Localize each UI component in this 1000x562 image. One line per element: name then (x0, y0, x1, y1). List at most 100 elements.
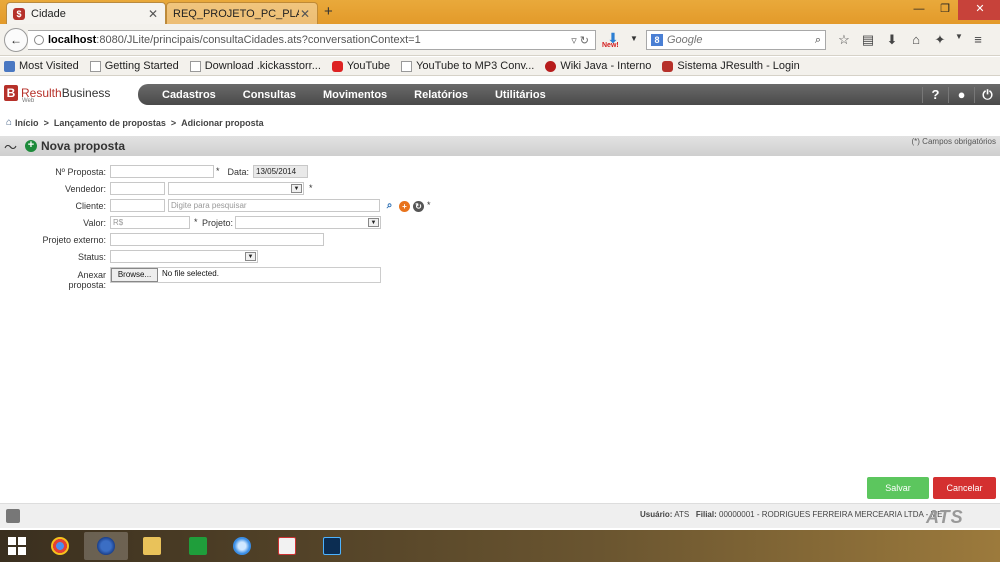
bookmark-youtube[interactable]: YouTube (331, 60, 390, 72)
url-path: :8080/JLite/principais/consultaCidades.a… (96, 34, 421, 46)
download-new-button[interactable]: ⬇ New! (602, 30, 624, 52)
required-mark: * (194, 217, 198, 227)
save-button[interactable]: Salvar (867, 477, 929, 499)
vendedor-code-input[interactable] (110, 182, 165, 195)
java-icon[interactable] (265, 532, 309, 560)
user-label: Usuário: (640, 510, 673, 519)
anexar-label: Anexar proposta: (68, 270, 106, 290)
windows-taskbar (0, 530, 1000, 562)
new-tab-icon[interactable]: + (324, 3, 333, 20)
close-tab-icon[interactable]: ✕ (147, 7, 159, 21)
bookmark-kickass[interactable]: Download .kickasstorr... (189, 60, 321, 72)
bookmark-label: YouTube to MP3 Conv... (416, 60, 535, 72)
dropdown-arrow-icon[interactable]: ▼ (952, 32, 966, 48)
download-icon[interactable]: ⬇ (880, 32, 904, 48)
menu-cadastros[interactable]: Cadastros (162, 89, 216, 101)
most-visited-icon (4, 60, 15, 72)
dropdown-arrow-icon[interactable]: ▼ (630, 34, 638, 43)
firefox-icon[interactable] (84, 532, 128, 560)
cliente-code-input[interactable] (110, 199, 165, 212)
bird-icon: 〜 (4, 139, 18, 155)
bookmark-label: Sistema JResulth - Login (677, 60, 800, 72)
itunes-icon[interactable] (220, 532, 264, 560)
home-icon: ⌂ (6, 117, 13, 128)
bookmark-most-visited[interactable]: Most Visited (4, 60, 79, 72)
menu-relatorios[interactable]: Relatórios (414, 89, 468, 101)
breadcrumb-adicionar: Adicionar proposta (181, 117, 264, 128)
search-icon[interactable]: ⌕ (815, 34, 821, 47)
bookmark-label: Download .kickasstorr... (204, 60, 321, 72)
projeto-select[interactable]: ▼ (235, 216, 381, 229)
filial-value: 00000001 - RODRIGUES FERREIRA MERCEARIA … (719, 510, 943, 519)
search-input[interactable] (667, 34, 797, 46)
star-icon[interactable]: ☆ (832, 32, 856, 48)
window-controls: — ❐ ✕ (906, 0, 1000, 20)
breadcrumb-lancamento[interactable]: Lançamento de propostas (54, 118, 166, 128)
help-icon[interactable]: ? (922, 86, 948, 103)
arrow-left-icon: ← (10, 33, 22, 47)
projeto-label: Projeto: (202, 218, 234, 228)
bookmark-getting-started[interactable]: Getting Started (89, 60, 179, 72)
cliente-search-input[interactable]: Digite para pesquisar (168, 199, 380, 212)
bookmark-youtube-mp3[interactable]: YouTube to MP3 Conv... (401, 60, 534, 72)
vendedor-select[interactable]: ▼ (168, 182, 304, 195)
projeto-externo-input[interactable] (110, 233, 324, 246)
ats-logo: ATS (926, 507, 964, 527)
data-input[interactable]: 13/05/2014 (253, 165, 308, 178)
menu-utilitarios[interactable]: Utilitários (495, 89, 546, 101)
resulth-logo[interactable]: B ResulthBusiness Web (4, 85, 110, 104)
menu-movimentos[interactable]: Movimentos (323, 89, 387, 101)
reload-icon[interactable]: ▿ ↻ (571, 34, 589, 47)
menu-consultas[interactable]: Consultas (243, 89, 296, 101)
required-mark: * (216, 166, 220, 176)
browse-button[interactable]: Browse... (111, 268, 158, 282)
store-icon[interactable] (176, 532, 220, 560)
user-info: Usuário: ATS Filial: 00000001 - RODRIGUE… (640, 510, 942, 519)
power-icon[interactable]: ⏻ (974, 86, 1000, 103)
home-icon[interactable]: ⌂ (904, 32, 928, 48)
bookmark-jresulth[interactable]: Sistema JResulth - Login (662, 60, 800, 72)
explorer-icon[interactable] (130, 532, 174, 560)
list-icon[interactable] (6, 509, 20, 523)
chrome-icon[interactable] (38, 532, 82, 560)
tab-cidade[interactable]: $ Cidade ✕ (6, 2, 166, 24)
tab-req-projeto[interactable]: REQ_PROJETO_PC_PLACE - RE... ✕ (166, 2, 318, 24)
back-button[interactable]: ← (4, 28, 28, 52)
search-icon[interactable]: ⌕ (384, 200, 395, 211)
addon-icon[interactable]: ✦ (928, 32, 952, 48)
minimize-icon[interactable]: — (906, 0, 932, 20)
bookmarks-icon[interactable]: ▤ (856, 32, 880, 48)
valor-input[interactable]: R$ (110, 216, 190, 229)
tab-title: REQ_PROJETO_PC_PLACE - RE... (173, 7, 299, 20)
new-badge: New! (602, 42, 619, 49)
numero-input[interactable] (110, 165, 214, 178)
user-icon[interactable]: ● (948, 86, 974, 103)
search-bar[interactable]: 8 ⌕ (646, 30, 826, 50)
page-icon (401, 60, 413, 72)
breadcrumb-separator: > (170, 117, 177, 128)
add-icon[interactable]: + (399, 201, 410, 212)
page-icon (89, 60, 101, 72)
windows-start-icon[interactable] (8, 537, 26, 555)
window-close-icon[interactable]: ✕ (958, 0, 1000, 20)
status-select[interactable]: ▼ (110, 250, 258, 263)
browser-tab-strip: $ Cidade ✕ REQ_PROJETO_PC_PLACE - RE... … (0, 0, 1000, 24)
page-title-bar: 〜 + Nova proposta (0, 136, 1000, 156)
refresh-icon[interactable]: ↻ (413, 201, 424, 212)
bookmark-wiki-java[interactable]: Wiki Java - Interno (545, 60, 651, 72)
add-icon: + (25, 140, 38, 152)
photoshop-icon[interactable] (310, 532, 354, 560)
menu-icon[interactable]: ≡ (966, 32, 990, 48)
chevron-down-icon: ▼ (245, 252, 256, 261)
jresulth-icon (662, 60, 674, 72)
data-label: Data: (227, 167, 249, 177)
projeto-externo-label: Projeto externo: (42, 235, 106, 245)
bookmark-label: Wiki Java - Interno (560, 60, 652, 72)
youtube-icon (331, 60, 343, 72)
chevron-down-icon: ▼ (291, 184, 302, 193)
url-bar[interactable]: localhost :8080/JLite/principais/consult… (28, 30, 596, 50)
close-tab-icon[interactable]: ✕ (299, 7, 311, 21)
breadcrumb-inicio[interactable]: Início (15, 118, 39, 128)
maximize-icon[interactable]: ❐ (932, 0, 958, 20)
cancel-button[interactable]: Cancelar (933, 477, 996, 499)
